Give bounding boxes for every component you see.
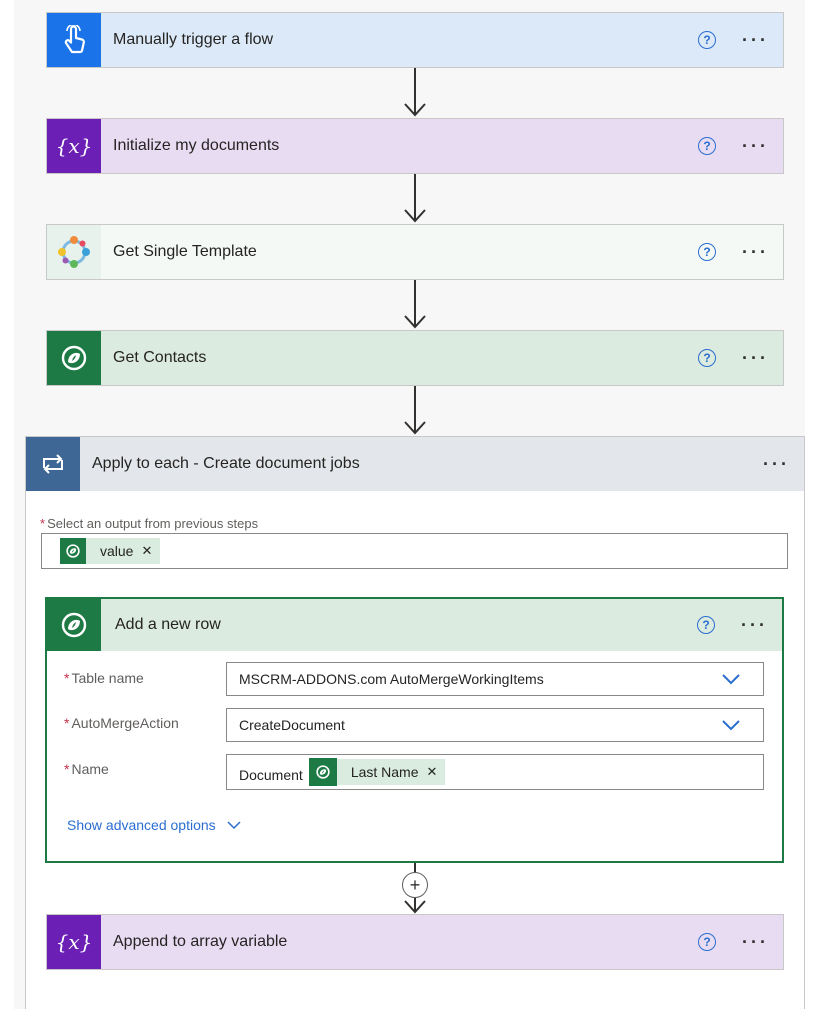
- more-icon[interactable]: ···: [742, 137, 769, 155]
- chevron-down-icon[interactable]: [721, 673, 741, 685]
- more-icon[interactable]: ···: [741, 616, 768, 634]
- add-icon[interactable]: +: [402, 872, 428, 898]
- dataverse-icon: [47, 331, 101, 385]
- more-icon[interactable]: ···: [742, 243, 769, 261]
- more-icon[interactable]: ···: [763, 455, 790, 473]
- loop-title: Apply to each - Create document jobs: [92, 455, 360, 472]
- dynamic-token[interactable]: value ✕: [60, 538, 161, 564]
- show-advanced-options-link[interactable]: Show advanced options: [67, 817, 242, 833]
- template-icon: [47, 225, 101, 279]
- add-new-row-header[interactable]: Add a new row ? ···: [47, 599, 782, 651]
- field-label: * Name: [64, 761, 109, 777]
- step-append-to-array[interactable]: {x} Append to array variable ? ···: [46, 914, 784, 970]
- more-icon[interactable]: ···: [742, 349, 769, 367]
- field-label: * AutoMergeAction: [64, 715, 179, 731]
- link-label: Show advanced options: [67, 817, 216, 833]
- field-value: CreateDocument: [239, 717, 345, 733]
- step-get-single-template[interactable]: Get Single Template ? ···: [46, 224, 784, 280]
- arrow-connector: [404, 68, 426, 117]
- touch-icon: [47, 13, 101, 67]
- step-manual-trigger[interactable]: Manually trigger a flow ? ···: [46, 12, 784, 68]
- chevron-down-icon[interactable]: [721, 719, 741, 731]
- chevron-down-icon: [227, 821, 241, 830]
- arrow-connector: [404, 280, 426, 329]
- dataverse-icon: [308, 758, 337, 786]
- name-input[interactable]: Document Last Name ✕: [226, 754, 764, 790]
- arrow-connector: [404, 386, 426, 435]
- arrow-connector: [404, 174, 426, 223]
- loop-icon: [26, 437, 80, 491]
- field-value: MSCRM-ADDONS.com AutoMergeWorkingItems: [239, 671, 544, 687]
- help-icon[interactable]: ?: [698, 137, 717, 155]
- remove-icon[interactable]: ✕: [427, 764, 438, 780]
- remove-icon[interactable]: ✕: [141, 543, 152, 559]
- action-title: Add a new row: [115, 616, 221, 633]
- dynamic-token[interactable]: Last Name ✕: [308, 758, 446, 786]
- apply-to-each-header[interactable]: Apply to each - Create document jobs ···: [26, 437, 804, 491]
- help-icon[interactable]: ?: [698, 31, 717, 49]
- dataverse-icon: [60, 538, 86, 564]
- step-title: Get Single Template: [113, 243, 257, 260]
- dataverse-icon: [47, 599, 101, 651]
- select-output-input[interactable]: value ✕: [41, 533, 788, 569]
- help-icon[interactable]: ?: [698, 349, 717, 367]
- select-output-label: * Select an output from previous steps: [40, 516, 259, 531]
- step-title: Get Contacts: [113, 349, 207, 366]
- variable-icon: {x}: [47, 915, 101, 969]
- step-title: Append to array variable: [113, 933, 288, 950]
- step-get-contacts[interactable]: Get Contacts ? ···: [46, 330, 784, 386]
- field-text: Document: [239, 767, 303, 783]
- variable-icon: {x}: [47, 119, 101, 173]
- table-name-select[interactable]: MSCRM-ADDONS.com AutoMergeWorkingItems: [226, 662, 764, 696]
- token-label: Last Name: [350, 764, 419, 780]
- help-icon[interactable]: ?: [698, 243, 717, 261]
- help-icon[interactable]: ?: [697, 616, 716, 634]
- more-icon[interactable]: ···: [742, 933, 769, 951]
- automerge-action-select[interactable]: CreateDocument: [226, 708, 764, 742]
- field-label: * Table name: [64, 670, 144, 686]
- step-title: Initialize my documents: [113, 137, 280, 154]
- step-initialize-documents[interactable]: {x} Initialize my documents ? ···: [46, 118, 784, 174]
- help-icon[interactable]: ?: [698, 933, 717, 951]
- token-label: value: [100, 543, 134, 559]
- step-title: Manually trigger a flow: [113, 31, 274, 48]
- more-icon[interactable]: ···: [742, 31, 769, 49]
